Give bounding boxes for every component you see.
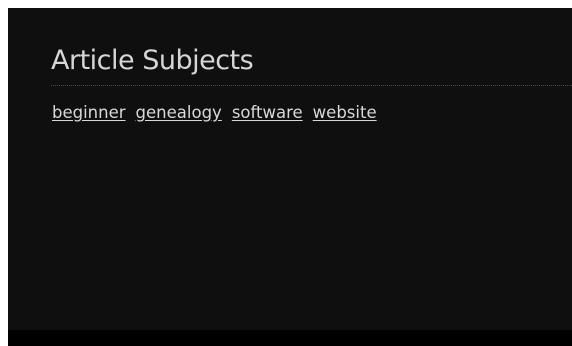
widget-title: Article Subjects <box>51 45 254 76</box>
tag-link-genealogy[interactable]: genealogy <box>136 102 222 124</box>
article-subjects-widget: Article Subjects beginner genealogy soft… <box>8 8 572 330</box>
title-divider <box>51 85 572 86</box>
tag-link-software[interactable]: software <box>232 102 303 124</box>
page-frame: Article Subjects beginner genealogy soft… <box>8 8 572 346</box>
tag-list: beginner genealogy software website <box>52 102 377 124</box>
tag-link-website[interactable]: website <box>313 102 377 124</box>
tag-link-beginner[interactable]: beginner <box>52 102 126 124</box>
